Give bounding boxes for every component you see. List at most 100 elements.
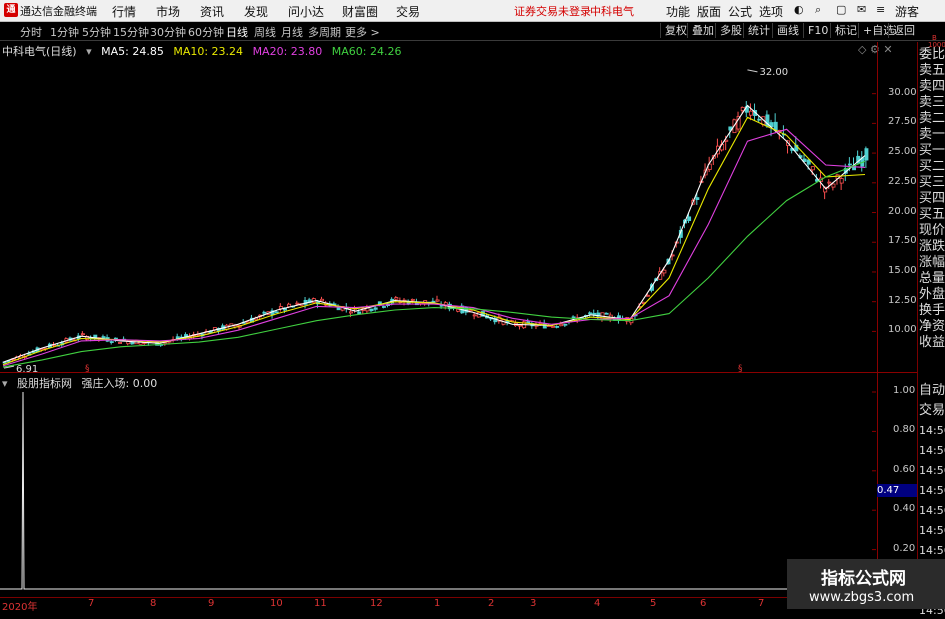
legend-toggle-icon[interactable]: ▾ (86, 45, 92, 58)
menu-faxian[interactable]: 发现 (244, 3, 268, 20)
menu-wenxiaoda[interactable]: 问小达 (288, 3, 324, 20)
candle-body (604, 312, 609, 315)
candle-body (130, 341, 135, 345)
tongji-button[interactable]: 统计 (743, 23, 774, 38)
quote-field-label: 买二 (919, 159, 945, 174)
trade-time-label: 14:56 (919, 464, 945, 477)
candle-body (839, 178, 844, 184)
menu-jiaoyi[interactable]: 交易 (396, 3, 420, 20)
quote-field-label: 现价 (919, 223, 945, 238)
menu-icon[interactable]: ≡ (876, 3, 885, 16)
trade-tab-label[interactable]: 自动 (919, 383, 945, 399)
candle-body (588, 312, 593, 315)
date-tick-label: 1 (434, 598, 441, 609)
biaoji-button[interactable]: 标记 (830, 23, 861, 38)
watermark-url: www.zbgs3.com (809, 590, 915, 605)
trade-time-label: 14:56 (919, 444, 945, 457)
menu-xuanxiang[interactable]: 选项 (759, 3, 783, 20)
date-tick-label: 5 (650, 598, 657, 609)
quote-field-label: 涨跌 (919, 239, 945, 254)
quote-field-label: 买一 (919, 143, 945, 158)
candle-body (381, 306, 386, 308)
candle-body (109, 341, 114, 343)
quote-field-label: 卖一 (919, 127, 945, 142)
quote-field-label: 换手 (919, 303, 945, 318)
period-more[interactable]: 更多 > (345, 24, 380, 40)
f10-button[interactable]: F10 (803, 23, 832, 38)
period-60min[interactable]: 60分钟 (188, 24, 224, 40)
candle-body (563, 323, 568, 326)
period-30min[interactable]: 30分钟 (150, 24, 186, 40)
stock-name: 中科电气 (590, 5, 634, 18)
menu-caifuquan[interactable]: 财富圈 (342, 3, 378, 20)
user-label[interactable]: 游客 (895, 3, 919, 20)
quote-field-label: 卖三 (919, 95, 945, 110)
menu-gongshi[interactable]: 公式 (728, 3, 752, 20)
period-month[interactable]: 月线 (281, 24, 303, 40)
menu-banmian[interactable]: 版面 (697, 3, 721, 20)
app-name: 通达信金融终端 (20, 5, 97, 18)
candle-body (348, 311, 353, 314)
settings-icon[interactable]: ▢ (836, 3, 846, 16)
candle-body (810, 166, 815, 171)
chart-option-icons[interactable]: ◇ ⚙ ✕ (858, 43, 893, 56)
quote-side-panel: B 1000 委比 卖五 卖四 卖三 卖二 卖一 买一 买二 买三 买四 买五 现价 涨跌 涨幅 总量 外盘换… (917, 34, 945, 617)
period-day[interactable]: 日线 (226, 24, 248, 40)
trade-tab-label[interactable]: 交易 (919, 403, 945, 419)
ma10-label: MA10: 23.24 (173, 45, 244, 58)
indicator-chart[interactable] (0, 388, 878, 597)
price-tick-label: 27.50 (888, 116, 917, 128)
candle-body (435, 299, 440, 302)
menu-zixun[interactable]: 资讯 (200, 3, 224, 20)
date-tick-label: 2 (488, 598, 495, 609)
period-5min[interactable]: 5分钟 (82, 24, 111, 40)
candle-body (662, 269, 667, 274)
candle-body (749, 110, 753, 116)
date-tick-label: 10 (270, 598, 283, 609)
period-week[interactable]: 周线 (254, 24, 276, 40)
indicator-tick-label: 0.80 (893, 424, 916, 436)
main-chart-legend: 中科电气(日线) ▾ MA5: 24.85 MA10: 23.24 MA20: … (2, 43, 408, 59)
high-price-label: 32.00 (759, 67, 788, 78)
price-tick-label: 22.50 (888, 175, 917, 187)
price-tick-label: 17.50 (888, 235, 917, 247)
price-tick-label: 12.50 (888, 294, 917, 306)
period-15min[interactable]: 15分钟 (113, 24, 149, 40)
date-tick-label: 12 (370, 598, 383, 609)
candle-body (687, 216, 692, 222)
candle-body (295, 302, 300, 305)
back-button[interactable]: 返回 (888, 23, 919, 38)
quote-field-label: 涨幅 (919, 255, 945, 270)
candle-body (847, 163, 852, 166)
period-multi[interactable]: 多周期 (308, 24, 341, 40)
candle-body (757, 118, 762, 121)
indicator-current-value: 0.47 (877, 484, 917, 497)
price-chart[interactable]: 32.006.91 § § (0, 58, 878, 373)
duogu-button[interactable]: 多股 (715, 23, 746, 38)
huaxian-button[interactable]: 画线 (772, 23, 803, 38)
quote-field-label: 买四 (919, 191, 945, 206)
period-bar: 分时 1分钟 5分钟 15分钟 30分钟 60分钟 日线 周线 月线 多周期 更… (0, 22, 945, 41)
indicator-tick-label: 0.40 (893, 503, 916, 515)
login-status[interactable]: 证券交易未登录 (514, 3, 591, 19)
date-axis: 2020年 7 8 9 10 11 12 1 2 3 4 5 6 7 (0, 597, 877, 613)
ma60-label: MA60: 24.26 (331, 45, 402, 58)
indicator-tick-label: 1.00 (893, 385, 916, 396)
message-icon[interactable]: ✉ (857, 3, 866, 16)
quote-field-label: 总量 (919, 271, 945, 286)
ma-line-ma5 (2, 104, 866, 363)
diejia-button[interactable]: 叠加 (687, 23, 718, 38)
trade-time-label: 14:56 (919, 524, 945, 537)
period-fenshi[interactable]: 分时 (20, 24, 42, 40)
candle-body (373, 307, 378, 310)
menu-shichang[interactable]: 市场 (156, 3, 180, 20)
menu-hangqing[interactable]: 行情 (112, 3, 136, 20)
indicator-tick-label: 0.60 (893, 463, 916, 475)
period-1min[interactable]: 1分钟 (50, 24, 79, 40)
date-tick-label: 11 (314, 598, 327, 609)
candle-body (80, 333, 85, 336)
title-bar: 通 通达信金融终端 行情 市场 资讯 发现 问小达 财富圈 交易 证券交易未登录… (0, 0, 945, 22)
skin-icon[interactable]: ◐ (794, 3, 804, 16)
menu-gongneng[interactable]: 功能 (666, 3, 690, 20)
search-icon[interactable]: ⌕ (815, 3, 821, 17)
